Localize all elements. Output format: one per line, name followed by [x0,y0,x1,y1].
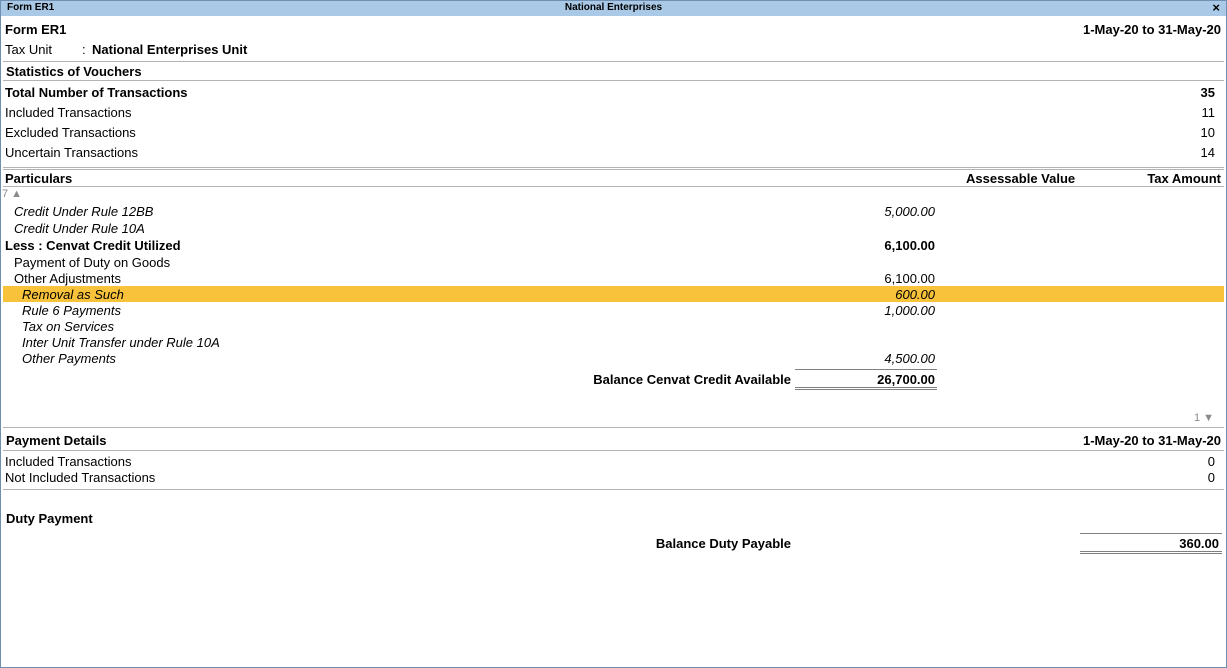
statistics-heading: Statistics of Vouchers [6,64,142,79]
row-label: Credit Under Rule 12BB [14,204,154,219]
duty-payment-heading: Duty Payment [6,511,93,526]
title-bar: Form ER1 National Enterprises × [1,0,1226,16]
balance-bottom-rule [795,387,937,388]
duty-top-rule [1080,533,1222,534]
col-assessable-value: Assessable Value [966,171,1076,186]
stat-value: 10 [1200,125,1215,140]
tax-unit-separator: : [82,42,86,57]
row-amount: 600.00 [895,287,935,302]
col-tax-amount: Tax Amount [1147,171,1221,186]
row-amount: 4,500.00 [884,351,935,366]
balance-cenvat-label: Balance Cenvat Credit Available [593,372,791,387]
divider [3,427,1224,428]
payment-value: 0 [1207,454,1215,469]
stat-label: Excluded Transactions [5,125,136,140]
scroll-down-indicator[interactable]: 1 ▼ [1194,412,1214,424]
tax-unit-label: Tax Unit [5,42,52,57]
balance-top-rule [795,369,937,370]
payment-label: Not Included Transactions [5,470,156,485]
stat-value: 35 [1200,85,1215,100]
stat-value: 11 [1201,105,1216,120]
payment-label: Included Transactions [5,454,132,469]
scroll-up-indicator[interactable]: 7 ▲ [2,188,22,200]
form-title: Form ER1 [5,22,67,37]
duty-bottom-rule [1080,553,1222,554]
payment-value: 0 [1207,470,1215,485]
row-amount: 5,000.00 [884,204,935,219]
balance-bottom-rule [795,389,937,390]
row-label: Rule 6 Payments [22,303,121,318]
divider [3,186,1224,187]
row-label: Tax on Services [22,319,115,334]
divider [3,167,1224,170]
row-label: Payment of Duty on Goods [14,255,171,270]
row-label: Other Payments [22,351,116,366]
stat-label: Total Number of Transactions [5,85,188,100]
divider [3,80,1224,81]
row-label: Removal as Such [22,287,124,302]
stat-label: Included Transactions [5,105,132,120]
balance-duty-label: Balance Duty Payable [655,536,791,551]
col-particulars: Particulars [5,171,73,186]
row-label: Other Adjustments [14,271,121,286]
report-period[interactable]: 1-May-20 to 31-May-20 [1083,22,1221,37]
selected-row-highlight [3,286,1224,302]
tax-unit-value[interactable]: National Enterprises Unit [92,42,247,57]
row-label: Credit Under Rule 10A [14,221,145,236]
report-window: Form ER1 National Enterprises × Form ER1… [0,0,1227,668]
divider [3,489,1224,490]
stat-value: 14 [1200,145,1215,160]
balance-duty-value: 360.00 [1179,536,1219,551]
window-title-center: National Enterprises [564,2,663,13]
payment-details-period: 1-May-20 to 31-May-20 [1083,433,1221,448]
row-label: Inter Unit Transfer under Rule 10A [22,335,220,350]
divider [3,450,1224,451]
row-amount: 1,000.00 [884,303,935,318]
row-label: Less : Cenvat Credit Utilized [5,238,181,253]
close-icon[interactable]: × [1212,0,1220,15]
row-amount: 6,100.00 [884,238,935,253]
payment-details-heading: Payment Details [6,433,107,448]
stat-label: Uncertain Transactions [5,145,138,160]
divider [3,61,1224,62]
balance-cenvat-value: 26,700.00 [877,372,935,387]
row-amount: 6,100.00 [884,271,935,286]
duty-bottom-rule [1080,551,1222,552]
